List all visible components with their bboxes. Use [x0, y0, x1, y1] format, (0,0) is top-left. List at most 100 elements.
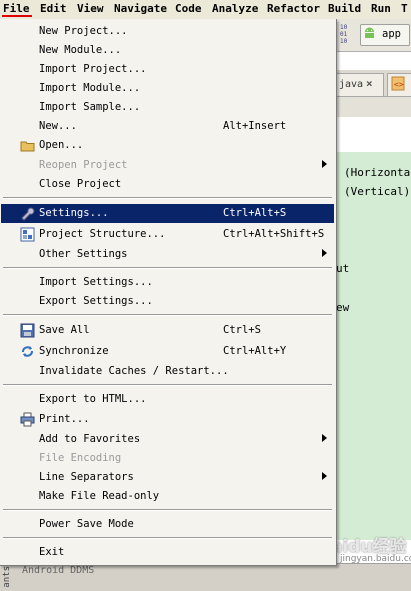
menu-item-exit[interactable]: Exit	[1, 543, 334, 562]
menu-item-label: Make File Read-only	[39, 490, 160, 502]
run-config-label: app	[382, 28, 401, 40]
editor-ruler	[336, 97, 411, 117]
android-ddms-label[interactable]: Android DDMS	[22, 565, 94, 576]
binary-icon[interactable]: 10 01 10	[340, 24, 347, 45]
menu-item-label: Print...	[39, 413, 90, 425]
menu-edit[interactable]: Edit	[40, 2, 67, 15]
baidu-watermark-url: jingyan.baidu.com	[340, 554, 411, 564]
menu-item-print[interactable]: Print...	[1, 410, 334, 429]
menu-item-save-all[interactable]: Save All Ctrl+S	[1, 321, 334, 340]
menu-item-file-encoding: File Encoding	[1, 449, 334, 468]
submenu-arrow-icon	[322, 434, 327, 442]
tab-close-icon[interactable]: ×	[366, 77, 373, 90]
menu-item-export-html[interactable]: Export to HTML...	[1, 390, 334, 409]
print-icon	[20, 412, 35, 427]
menu-item-label: New Project...	[39, 25, 128, 37]
menu-item-label: Import Settings...	[39, 276, 153, 288]
menu-item-label: Close Project	[39, 178, 122, 190]
menu-item-shortcut: Ctrl+Alt+S	[223, 207, 287, 219]
side-tool-label[interactable]: ants	[2, 566, 12, 588]
menu-item-label: Exit	[39, 546, 65, 558]
menu-item-import-sample[interactable]: Import Sample...	[1, 98, 334, 117]
menu-item-new-module[interactable]: New Module...	[1, 41, 334, 60]
menu-item-label: Export Settings...	[39, 295, 153, 307]
menu-separator	[3, 314, 332, 316]
folder-icon	[20, 141, 35, 152]
menu-item-settings[interactable]: Settings... Ctrl+Alt+S	[1, 204, 334, 223]
code-line: (Vertical)	[344, 185, 411, 198]
menu-item-synchronize[interactable]: Synchronize Ctrl+Alt+Y	[1, 342, 334, 361]
menu-tools[interactable]: T	[401, 2, 408, 15]
menu-view[interactable]: View	[77, 2, 104, 15]
menu-item-export-settings[interactable]: Export Settings...	[1, 292, 334, 311]
code-line: ew	[336, 301, 350, 314]
menu-item-label: Reopen Project	[39, 159, 128, 171]
menu-item-label: Invalidate Caches / Restart...	[39, 365, 229, 377]
menu-item-shortcut: Ctrl+Alt+Shift+S	[223, 228, 325, 240]
menu-analyze[interactable]: Analyze	[212, 2, 258, 15]
save-icon	[20, 323, 35, 338]
menu-item-label: Settings...	[39, 207, 109, 219]
menu-item-label: Import Project...	[39, 63, 147, 75]
menu-item-import-settings[interactable]: Import Settings...	[1, 273, 334, 292]
menu-separator	[3, 537, 332, 539]
code-line: ut	[336, 262, 350, 275]
file-menu-underline	[2, 15, 32, 17]
menu-code[interactable]: Code	[175, 2, 202, 15]
tab-xml-file[interactable]: <>	[387, 73, 411, 96]
menu-navigate[interactable]: Navigate	[114, 2, 167, 15]
menu-item-new[interactable]: New... Alt+Insert	[1, 117, 334, 136]
sync-icon	[22, 346, 33, 357]
xml-file-icon: <>	[391, 76, 405, 91]
menu-item-label: Synchronize	[39, 345, 109, 357]
menu-item-label: Project Structure...	[39, 228, 166, 240]
menu-item-label: Export to HTML...	[39, 393, 147, 405]
submenu-arrow-icon	[322, 249, 327, 257]
menu-item-label: Open...	[39, 139, 84, 151]
menu-item-label: Import Sample...	[39, 101, 141, 113]
menu-item-label: Other Settings	[39, 248, 128, 260]
menu-item-make-read-only[interactable]: Make File Read-only	[1, 487, 334, 506]
code-editor[interactable]	[336, 152, 411, 540]
menu-item-shortcut: Ctrl+S	[223, 324, 261, 336]
menu-file[interactable]: File	[3, 2, 30, 15]
menu-item-add-to-favorites[interactable]: Add to Favorites	[1, 430, 334, 449]
menu-item-other-settings[interactable]: Other Settings	[1, 245, 334, 264]
submenu-arrow-icon	[322, 160, 327, 168]
menu-item-label: New Module...	[39, 44, 122, 56]
menu-build[interactable]: Build	[328, 2, 361, 15]
menu-run[interactable]: Run	[371, 2, 391, 15]
menu-item-label: File Encoding	[39, 452, 122, 464]
menu-separator	[3, 267, 332, 269]
menu-item-open[interactable]: Open...	[1, 136, 334, 155]
menu-separator	[3, 197, 332, 199]
file-menu-dropdown: New Project... New Module... Import Proj…	[0, 19, 337, 566]
menu-item-close-project[interactable]: Close Project	[1, 175, 334, 194]
menu-refactor[interactable]: Refactor	[267, 2, 320, 15]
menu-item-project-structure[interactable]: Project Structure... Ctrl+Alt+Shift+S	[1, 225, 334, 244]
menu-item-line-separators[interactable]: Line Separators	[1, 468, 334, 487]
menu-item-label: New...	[39, 120, 77, 132]
menu-item-import-module[interactable]: Import Module...	[1, 79, 334, 98]
menu-item-import-project[interactable]: Import Project...	[1, 60, 334, 79]
menu-item-new-project[interactable]: New Project...	[1, 22, 334, 41]
android-icon	[365, 27, 374, 38]
wrench-icon	[21, 207, 35, 221]
menu-item-shortcut: Ctrl+Alt+Y	[223, 345, 287, 357]
menu-separator	[3, 509, 332, 511]
menu-item-shortcut: Alt+Insert	[223, 120, 287, 132]
menu-bar: File Edit View Navigate Code Analyze Ref…	[0, 0, 411, 20]
project-structure-icon	[20, 227, 35, 242]
menu-item-power-save[interactable]: Power Save Mode	[1, 515, 334, 534]
menu-item-label: Save All	[39, 324, 90, 336]
menu-item-label: Line Separators	[39, 471, 134, 483]
code-line: (Horizontal)	[344, 166, 411, 179]
menu-item-label: Power Save Mode	[39, 518, 134, 530]
menu-item-invalidate-caches[interactable]: Invalidate Caches / Restart...	[1, 362, 334, 381]
tab-java-label: java	[339, 79, 364, 90]
svg-text:<>: <>	[394, 80, 404, 89]
menu-item-reopen-project: Reopen Project	[1, 156, 334, 175]
menu-item-label: Import Module...	[39, 82, 141, 94]
submenu-arrow-icon	[322, 472, 327, 480]
menu-separator	[3, 384, 332, 386]
